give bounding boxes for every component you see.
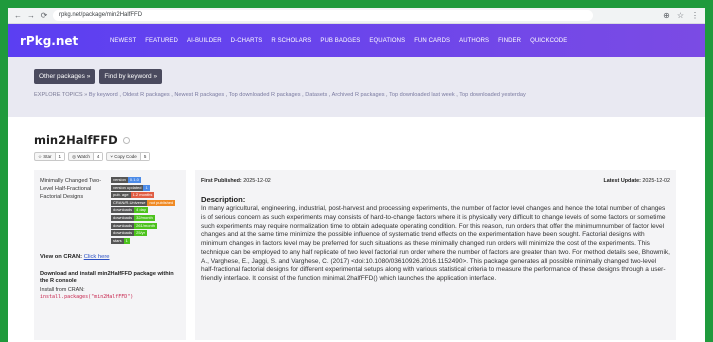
menu-item-newest[interactable]: NEWEST: [110, 38, 136, 44]
first-published-label: First Published:: [201, 178, 242, 184]
badge-key: pub. age: [111, 192, 131, 199]
main-menu: NEWEST FEATURED AI-BUILDER D-CHARTS R SC…: [110, 38, 567, 44]
menu-item-ai-builder[interactable]: AI-BUILDER: [187, 38, 222, 44]
package-title-row: min2HalfFFD: [34, 133, 679, 147]
github-buttons: ☆ Star 1 ◎ Watch 4 ⑂ Copy Code 5: [34, 152, 679, 161]
badge-key: downloads: [111, 207, 135, 214]
zoom-icon[interactable]: ⊕: [663, 11, 670, 20]
first-published-value: 2025-12-02: [243, 178, 271, 184]
menu-item-finder[interactable]: FINDER: [498, 38, 521, 44]
reload-icon[interactable]: ⟳: [40, 11, 48, 20]
status-badge: CRAN/R-Universe not published: [111, 199, 176, 206]
badge-key: CRAN/R-Universe: [111, 199, 148, 206]
badge-value: 32/month: [134, 214, 155, 221]
status-badge: pub. age 1.2 months: [111, 192, 175, 199]
install-code[interactable]: install.packages("min2HalfFFD"): [40, 294, 180, 300]
view-on-cran: View on CRAN: Click here: [40, 254, 180, 260]
badge-value: 4 day: [134, 207, 148, 214]
topic-link-datasets[interactable]: Datasets: [305, 92, 327, 98]
package-main: min2HalfFFD ☆ Star 1 ◎ Watch 4 ⑂ Copy Co…: [8, 117, 705, 340]
site-navbar: rPkg.net NEWEST FEATURED AI-BUILDER D-CH…: [8, 24, 705, 57]
status-badge: version 0.1.0: [111, 177, 175, 183]
menu-item-pub-badges[interactable]: PUB BADGES: [320, 38, 360, 44]
badge-value: 1: [123, 237, 130, 244]
menu-item-d-charts[interactable]: D-CHARTS: [231, 38, 263, 44]
status-badge: downloads 32/month: [111, 214, 175, 221]
package-sidebar: Minimally Changed Two-Level Half-Fractio…: [34, 170, 186, 340]
topic-link-last-week[interactable]: Top downloaded last week: [389, 92, 455, 98]
watch-label: ◎ Watch: [72, 153, 90, 159]
find-by-keyword-button[interactable]: Find by keyword »: [99, 69, 163, 84]
package-short-description: Minimally Changed Two-Level Half-Fractio…: [40, 178, 102, 201]
browser-toolbar: ← → ⟳ rpkg.net/package/min2HalfFFD ⊕ ☆ ⋮: [8, 8, 705, 24]
copy-code-button[interactable]: ⑂ Copy Code 5: [106, 152, 151, 161]
topic-link-archived[interactable]: Archived R packages: [332, 92, 385, 98]
explore-topics-bar: EXPLORE TOPICS » By keyword , Oldest R p…: [34, 92, 526, 98]
site-logo[interactable]: rPkg.net: [20, 34, 108, 48]
other-packages-button[interactable]: Other packages »: [34, 69, 96, 84]
star-label: ☆ Star: [38, 153, 52, 159]
publish-meta: First Published: 2025-12-02 Latest Updat…: [201, 178, 670, 184]
menu-item-quickcode[interactable]: QUICKCODE: [530, 38, 567, 44]
watch-count: 4: [92, 153, 103, 160]
menu-item-equations[interactable]: EQUATIONS: [369, 38, 405, 44]
browser-window: ← → ⟳ rpkg.net/package/min2HalfFFD ⊕ ☆ ⋮…: [8, 8, 705, 342]
badge-key: version: [111, 177, 128, 183]
badge-value: 1.2 months: [130, 192, 155, 199]
latest-update: Latest Update: 2025-12-02: [603, 178, 670, 184]
address-text: rpkg.net/package/min2HalfFFD: [59, 12, 143, 18]
badge-key: stars: [111, 237, 124, 244]
view-cran-label: View on CRAN:: [40, 253, 83, 260]
description-heading: Description:: [201, 195, 246, 204]
explore-topics-label: EXPLORE TOPICS »: [34, 92, 88, 98]
copy-code-label: ⑂ Copy Code: [110, 154, 137, 159]
hero-section: Other packages » Find by keyword » EXPLO…: [8, 57, 705, 117]
badge-key: downloads: [111, 222, 135, 229]
badge-key: downloads: [111, 214, 135, 221]
description-text: In many agricultural, engineering, indus…: [201, 205, 670, 283]
bookmark-star-icon[interactable]: ☆: [677, 11, 684, 20]
download-heading: Download and install min2HalfFFD package…: [40, 270, 174, 285]
watch-button[interactable]: ◎ Watch 4: [68, 152, 104, 161]
copy-code-count: 5: [139, 153, 150, 160]
badge-value: 261/month: [134, 222, 158, 229]
status-circle-icon: [122, 136, 130, 144]
topic-link-newest[interactable]: Newest R packages: [174, 92, 224, 98]
menu-item-r-scholars[interactable]: R SCHOLARS: [271, 38, 311, 44]
latest-update-label: Latest Update:: [603, 178, 641, 184]
address-bar[interactable]: rpkg.net/package/min2HalfFFD: [53, 10, 593, 21]
badge-key: downloads: [111, 230, 135, 237]
status-badge: downloads 261/month: [111, 222, 175, 229]
package-title: min2HalfFFD: [34, 133, 118, 147]
first-published: First Published: 2025-12-02: [201, 178, 271, 184]
status-badge: stars 1: [111, 237, 175, 244]
star-button[interactable]: ☆ Star 1: [34, 152, 66, 161]
badge-value: 0.1.0: [127, 177, 141, 183]
topic-link-yesterday[interactable]: Top downloaded yesterday: [459, 92, 526, 98]
menu-item-fun-cards[interactable]: FUN CARDS: [414, 38, 450, 44]
status-badge: version updated 1: [111, 184, 175, 191]
forward-arrow-icon[interactable]: →: [27, 11, 35, 20]
badge-value: 1: [143, 184, 150, 191]
badge-value: 25/yr: [134, 230, 148, 237]
view-cran-link[interactable]: Click here: [84, 254, 110, 260]
back-arrow-icon[interactable]: ←: [14, 11, 22, 20]
star-count: 1: [54, 153, 65, 160]
menu-item-featured[interactable]: FEATURED: [145, 38, 178, 44]
topic-link-top-downloaded[interactable]: Top downloaded R packages: [229, 92, 301, 98]
package-details: First Published: 2025-12-02 Latest Updat…: [195, 170, 676, 340]
badge-key: version updated: [111, 184, 144, 191]
status-badge: downloads 4 day: [111, 207, 175, 214]
latest-update-value: 2025-12-02: [642, 178, 670, 184]
topic-link-by-keyword[interactable]: By keyword: [89, 92, 118, 98]
browser-menu-icon[interactable]: ⋮: [691, 11, 699, 20]
badge-value: not published: [147, 199, 176, 206]
topic-link-oldest[interactable]: Oldest R packages: [122, 92, 169, 98]
status-badge: downloads 25/yr: [111, 230, 175, 237]
badge-list: version 0.1.0 version updated 1 pub. age 1.2 …: [111, 177, 176, 244]
menu-item-authors[interactable]: AUTHORS: [459, 38, 489, 44]
install-from-label: Install from CRAN:: [40, 286, 85, 293]
